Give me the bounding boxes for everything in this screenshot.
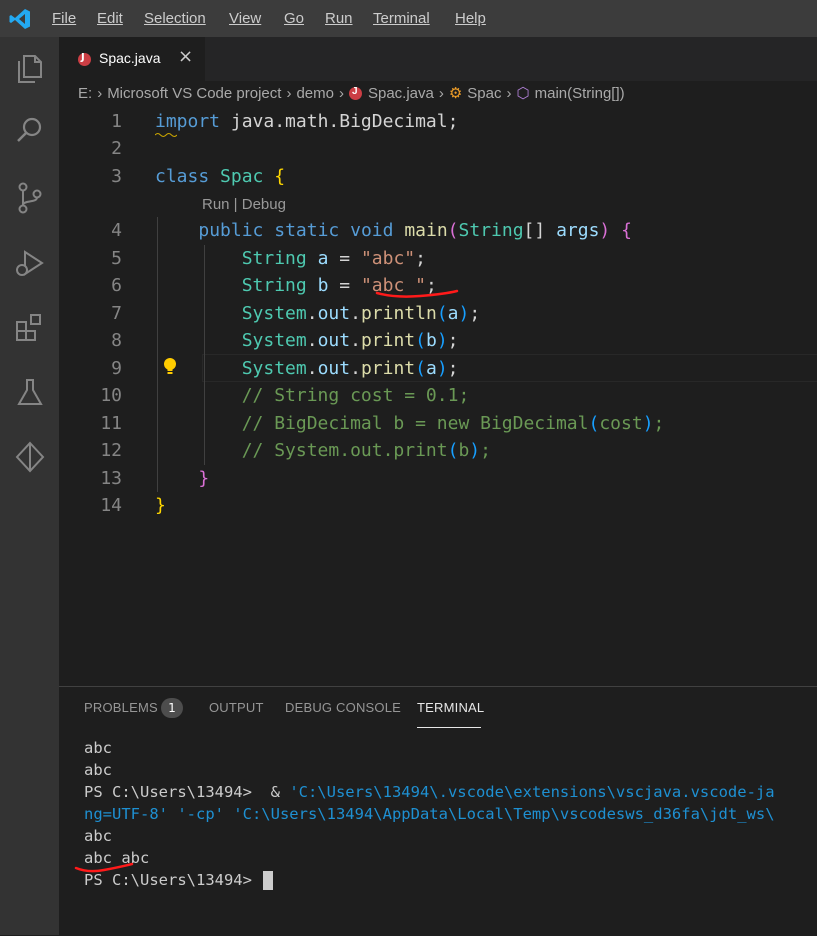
chevron-right-icon: ›: [506, 84, 512, 102]
line-number: 1: [111, 111, 122, 132]
method-symbol-icon: ⬡: [516, 85, 530, 103]
activity-bar: [0, 37, 59, 935]
codelens-run-debug[interactable]: Run | Debug: [202, 196, 286, 213]
line-number: 12: [100, 440, 122, 461]
code-line-10: // String cost = 0.1;: [241, 385, 470, 406]
breadcrumb-method[interactable]: main(String[]): [535, 85, 625, 102]
menu-selection[interactable]: Selection: [144, 0, 206, 37]
breadcrumb-drive[interactable]: E:: [78, 85, 92, 102]
code-line-8: System.out.print(b);: [241, 330, 459, 351]
lightbulb-icon[interactable]: [163, 357, 177, 377]
terminal-line: abc: [84, 827, 112, 845]
chevron-right-icon: ›: [438, 84, 444, 102]
tab-debug-console[interactable]: DEBUG CONSOLE: [285, 700, 401, 715]
extensions-icon[interactable]: [10, 308, 50, 348]
tab-output[interactable]: OUTPUT: [209, 700, 264, 715]
close-icon[interactable]: ×: [178, 46, 193, 67]
red-annotation-underline: [375, 289, 459, 298]
chevron-right-icon: ›: [97, 84, 103, 102]
remote-explorer-icon[interactable]: [10, 437, 50, 477]
breadcrumb: E:›Microsoft VS Code project›demo›Spac.j…: [78, 84, 625, 106]
problems-count-badge: 1: [161, 698, 183, 718]
line-number: 13: [100, 468, 122, 489]
line-number: 4: [111, 220, 122, 241]
line-number: 6: [111, 275, 122, 296]
line-number: 7: [111, 303, 122, 324]
breadcrumb-folder[interactable]: Microsoft VS Code project: [107, 85, 281, 102]
chevron-right-icon: ›: [286, 84, 292, 102]
menu-view[interactable]: View: [229, 0, 261, 37]
line-number: 8: [111, 330, 122, 351]
vscode-logo-icon: [9, 9, 30, 29]
search-icon[interactable]: [10, 110, 50, 150]
tab-label: Spac.java: [99, 50, 161, 66]
line-number: 3: [111, 166, 122, 187]
menu-help[interactable]: Help: [455, 0, 486, 37]
line-number: 10: [100, 385, 122, 406]
menu-run[interactable]: Run: [325, 0, 353, 37]
terminal-line: ng=UTF-8' '-cp' 'C:\Users\13494\AppData\…: [84, 805, 775, 823]
code-line-14: }: [155, 495, 166, 516]
breadcrumb-file[interactable]: Spac.java: [368, 85, 434, 102]
red-annotation-underline: [74, 862, 134, 873]
tab-problems[interactable]: PROBLEMS: [84, 700, 158, 715]
code-line-12: // System.out.print(b);: [241, 440, 491, 461]
breadcrumb-folder-demo[interactable]: demo: [296, 85, 334, 102]
code-line-5: String a = "abc";: [241, 248, 426, 269]
warning-squiggle: [155, 133, 177, 137]
java-file-icon: [78, 52, 91, 66]
menu-edit[interactable]: Edit: [97, 0, 123, 37]
source-control-icon[interactable]: [10, 178, 50, 218]
line-number: 2: [111, 138, 122, 159]
terminal-line: abc: [84, 761, 112, 779]
code-line-9: System.out.print(a);: [241, 358, 459, 379]
explorer-icon[interactable]: [10, 47, 50, 87]
java-file-icon: [348, 86, 362, 100]
testing-flask-icon[interactable]: [10, 372, 50, 412]
menu-go[interactable]: Go: [284, 0, 304, 37]
terminal-line: abc: [84, 739, 112, 757]
line-number: 11: [100, 413, 122, 434]
code-line-4: public static void main(String[] args) {: [198, 220, 632, 241]
code-line-13: }: [198, 468, 210, 489]
class-symbol-icon: ⚙: [448, 85, 463, 103]
menu-file[interactable]: File: [52, 0, 76, 37]
breadcrumb-class[interactable]: Spac: [467, 85, 501, 102]
line-number: 9: [111, 358, 122, 379]
active-tab-indicator: [417, 727, 481, 728]
menu-terminal[interactable]: Terminal: [373, 0, 430, 37]
code-line-11: // BigDecimal b = new BigDecimal(cost);: [241, 413, 665, 434]
terminal-cursor: [263, 871, 274, 890]
code-line-3: class Spac {: [155, 166, 286, 187]
code-editor[interactable]: 1 2 3 4 5 6 7 8 9 10 11 12 13 14 import …: [59, 108, 817, 686]
bottom-panel: PROBLEMS 1 OUTPUT DEBUG CONSOLE TERMINAL…: [59, 686, 817, 936]
tab-terminal[interactable]: TERMINAL: [417, 700, 484, 715]
line-number: 5: [111, 248, 122, 269]
run-debug-icon[interactable]: [10, 243, 50, 283]
code-line-1: import java.math.BigDecimal;: [155, 111, 459, 132]
line-number: 14: [100, 495, 122, 516]
chevron-right-icon: ›: [338, 84, 344, 102]
terminal-line: PS C:\Users\13494> & 'C:\Users\13494\.vs…: [84, 783, 775, 801]
code-line-7: System.out.println(a);: [241, 303, 481, 324]
